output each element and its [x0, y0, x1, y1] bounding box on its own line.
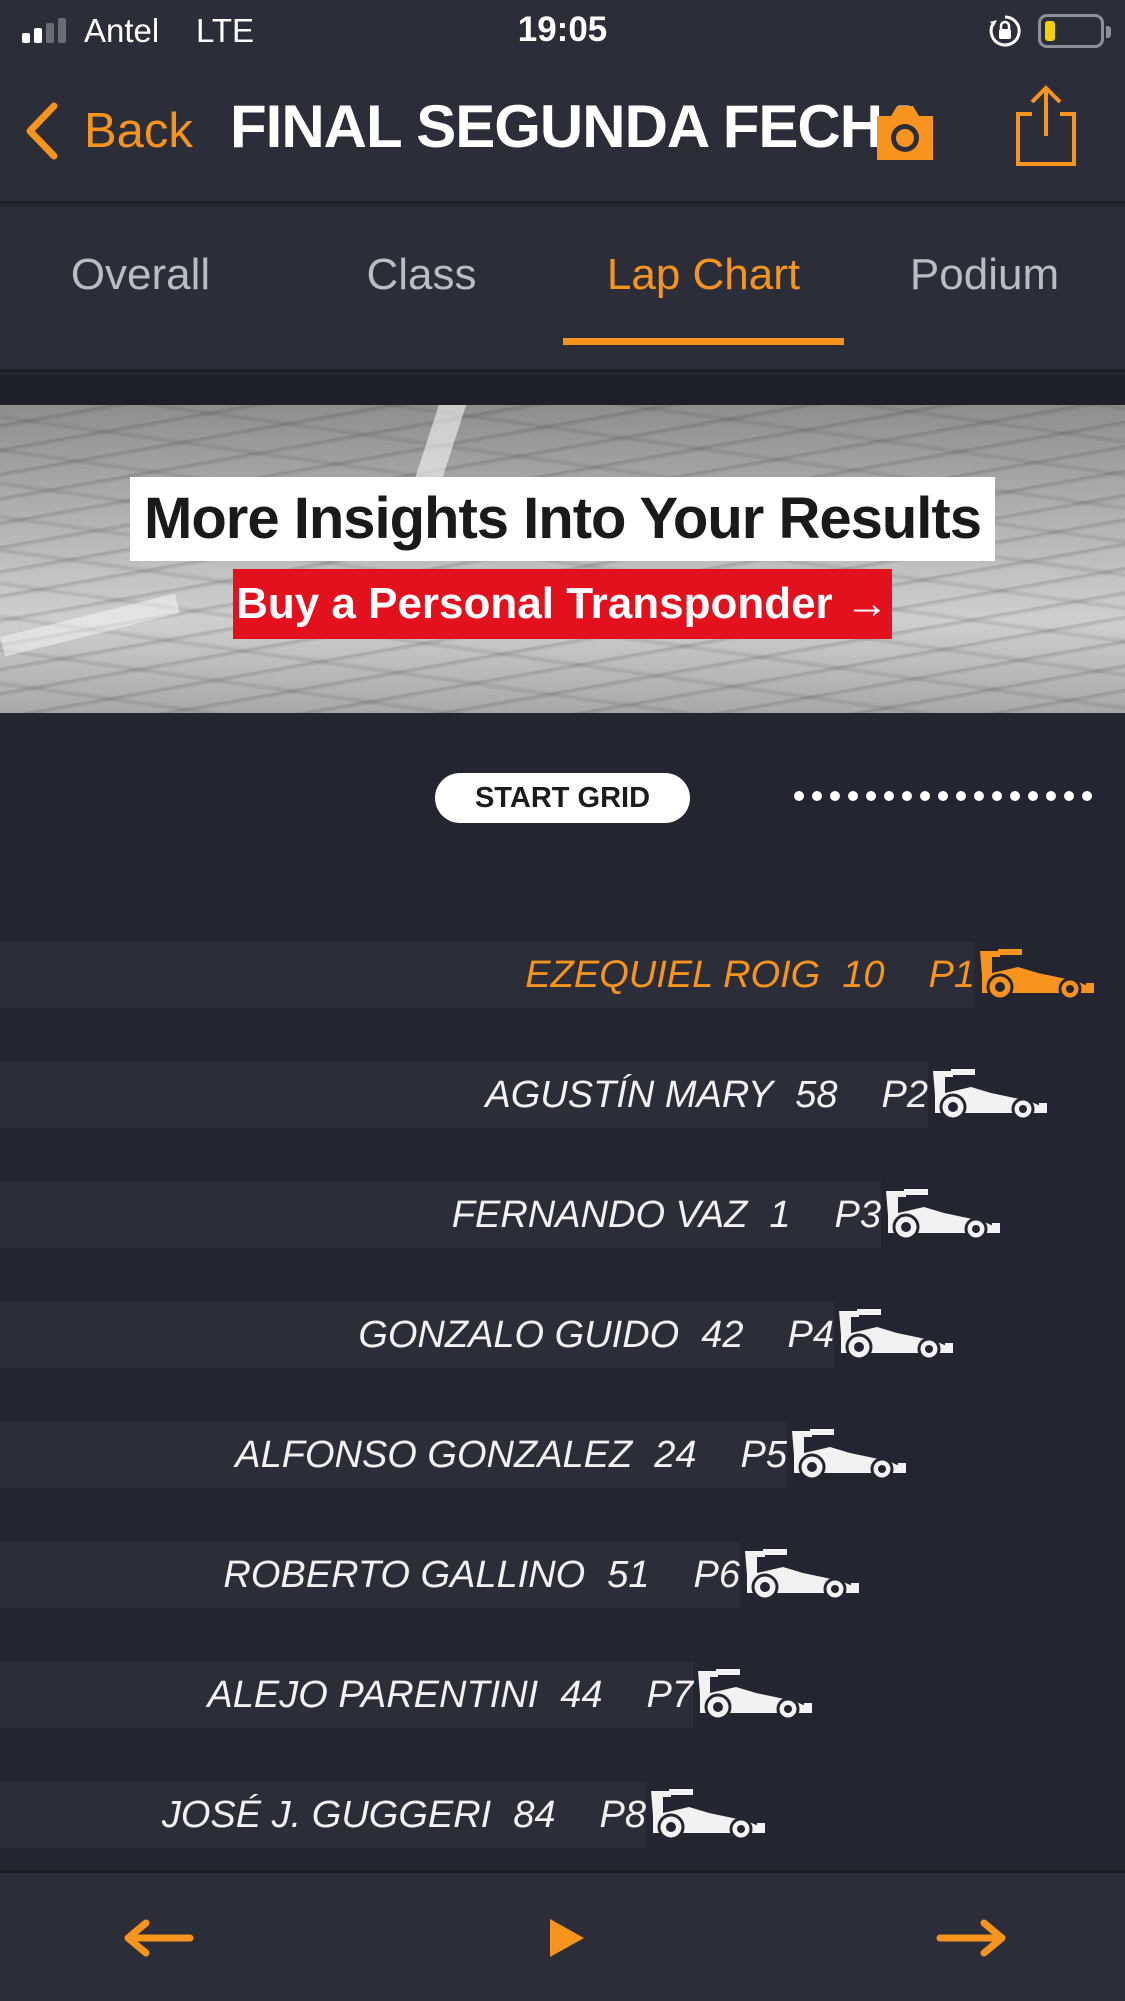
playback-controls — [0, 1870, 1125, 2001]
tab-lap-chart[interactable]: Lap Chart — [563, 207, 844, 372]
active-tab-indicator — [563, 338, 844, 345]
status-time: 19:05 — [517, 10, 608, 49]
buy-transponder-button[interactable]: Buy a Personal Transponder → — [233, 569, 892, 639]
driver-number: 58 — [795, 1074, 838, 1116]
driver-position: P3 — [834, 1194, 881, 1236]
race-car-icon — [839, 1309, 953, 1361]
driver-row[interactable]: ALEJO PARENTINI 44 P7 — [0, 1662, 693, 1728]
driver-name: ALFONSO GONZALEZ — [235, 1434, 633, 1476]
share-icon[interactable] — [1014, 84, 1078, 168]
navigation-bar: Back FINAL SEGUNDA FECHA — [0, 62, 1125, 204]
driver-row[interactable]: ROBERTO GALLINO 51 P6 — [0, 1542, 740, 1608]
driver-name: AGUSTÍN MARY — [485, 1074, 774, 1116]
driver-name: JOSÉ J. GUGGERI — [161, 1794, 492, 1836]
lap-dots[interactable] — [794, 791, 1092, 801]
chevron-left-icon — [26, 102, 58, 160]
driver-number: 51 — [607, 1554, 650, 1596]
driver-position: P5 — [740, 1434, 787, 1476]
driver-name: ROBERTO GALLINO — [223, 1554, 586, 1596]
driver-number: 84 — [513, 1794, 556, 1836]
driver-name: ALEJO PARENTINI — [207, 1674, 539, 1716]
race-car-icon — [792, 1429, 906, 1481]
start-grid-label[interactable]: START GRID — [435, 773, 690, 823]
driver-row[interactable]: GONZALO GUIDO 42 P4 — [0, 1302, 834, 1368]
driver-name: GONZALO GUIDO — [358, 1314, 680, 1356]
banner-headline: More Insights Into Your Results — [130, 477, 995, 561]
driver-position: P2 — [881, 1074, 928, 1116]
race-car-icon — [980, 949, 1094, 1001]
driver-row[interactable]: AGUSTÍN MARY 58 P2 — [0, 1062, 928, 1128]
driver-row[interactable]: ALFONSO GONZALEZ 24 P5 — [0, 1422, 787, 1488]
rotation-lock-icon — [989, 15, 1021, 47]
driver-row[interactable]: EZEQUIEL ROIG 10 P1 — [0, 942, 975, 1008]
tab-podium[interactable]: Podium — [844, 207, 1125, 372]
back-button[interactable]: Back — [22, 96, 193, 166]
back-label: Back — [84, 104, 193, 158]
arrow-right-icon[interactable] — [932, 1903, 1012, 1973]
lap-chart: START GRID EZEQUIEL ROIG 10 P1 AGUSTÍN MAR… — [0, 713, 1125, 1870]
driver-name: FERNANDO VAZ — [451, 1194, 748, 1236]
race-car-icon — [698, 1669, 812, 1721]
arrow-left-icon[interactable] — [118, 1903, 198, 1973]
battery-icon — [1038, 14, 1111, 48]
race-car-icon — [745, 1549, 859, 1601]
driver-number: 42 — [701, 1314, 744, 1356]
camera-icon[interactable] — [873, 102, 937, 164]
driver-row[interactable]: JOSÉ J. GUGGERI 84 P8 — [0, 1782, 646, 1848]
divider — [0, 375, 1125, 405]
race-car-icon — [933, 1069, 1047, 1121]
driver-position: P4 — [787, 1314, 834, 1356]
tab-class[interactable]: Class — [281, 207, 562, 372]
driver-number: 24 — [654, 1434, 697, 1476]
promo-banner[interactable]: More Insights Into Your Results Buy a Pe… — [0, 405, 1125, 713]
status-bar: Antel LTE 19:05 — [0, 0, 1125, 62]
tab-bar: Overall Class Lap Chart Podium — [0, 207, 1125, 372]
driver-name: EZEQUIEL ROIG — [525, 954, 821, 996]
driver-number: 10 — [842, 954, 885, 996]
driver-position: P6 — [693, 1554, 740, 1596]
driver-row[interactable]: FERNANDO VAZ 1 P3 — [0, 1182, 881, 1248]
driver-position: P7 — [646, 1674, 693, 1716]
driver-number: 1 — [769, 1194, 791, 1236]
tab-overall[interactable]: Overall — [0, 207, 281, 372]
play-icon[interactable] — [528, 1903, 608, 1973]
page-title: FINAL SEGUNDA FECHA — [230, 93, 925, 160]
driver-position: P8 — [599, 1794, 646, 1836]
driver-number: 44 — [560, 1674, 603, 1716]
race-car-icon — [651, 1789, 765, 1841]
race-car-icon — [886, 1189, 1000, 1241]
driver-position: P1 — [928, 954, 975, 996]
